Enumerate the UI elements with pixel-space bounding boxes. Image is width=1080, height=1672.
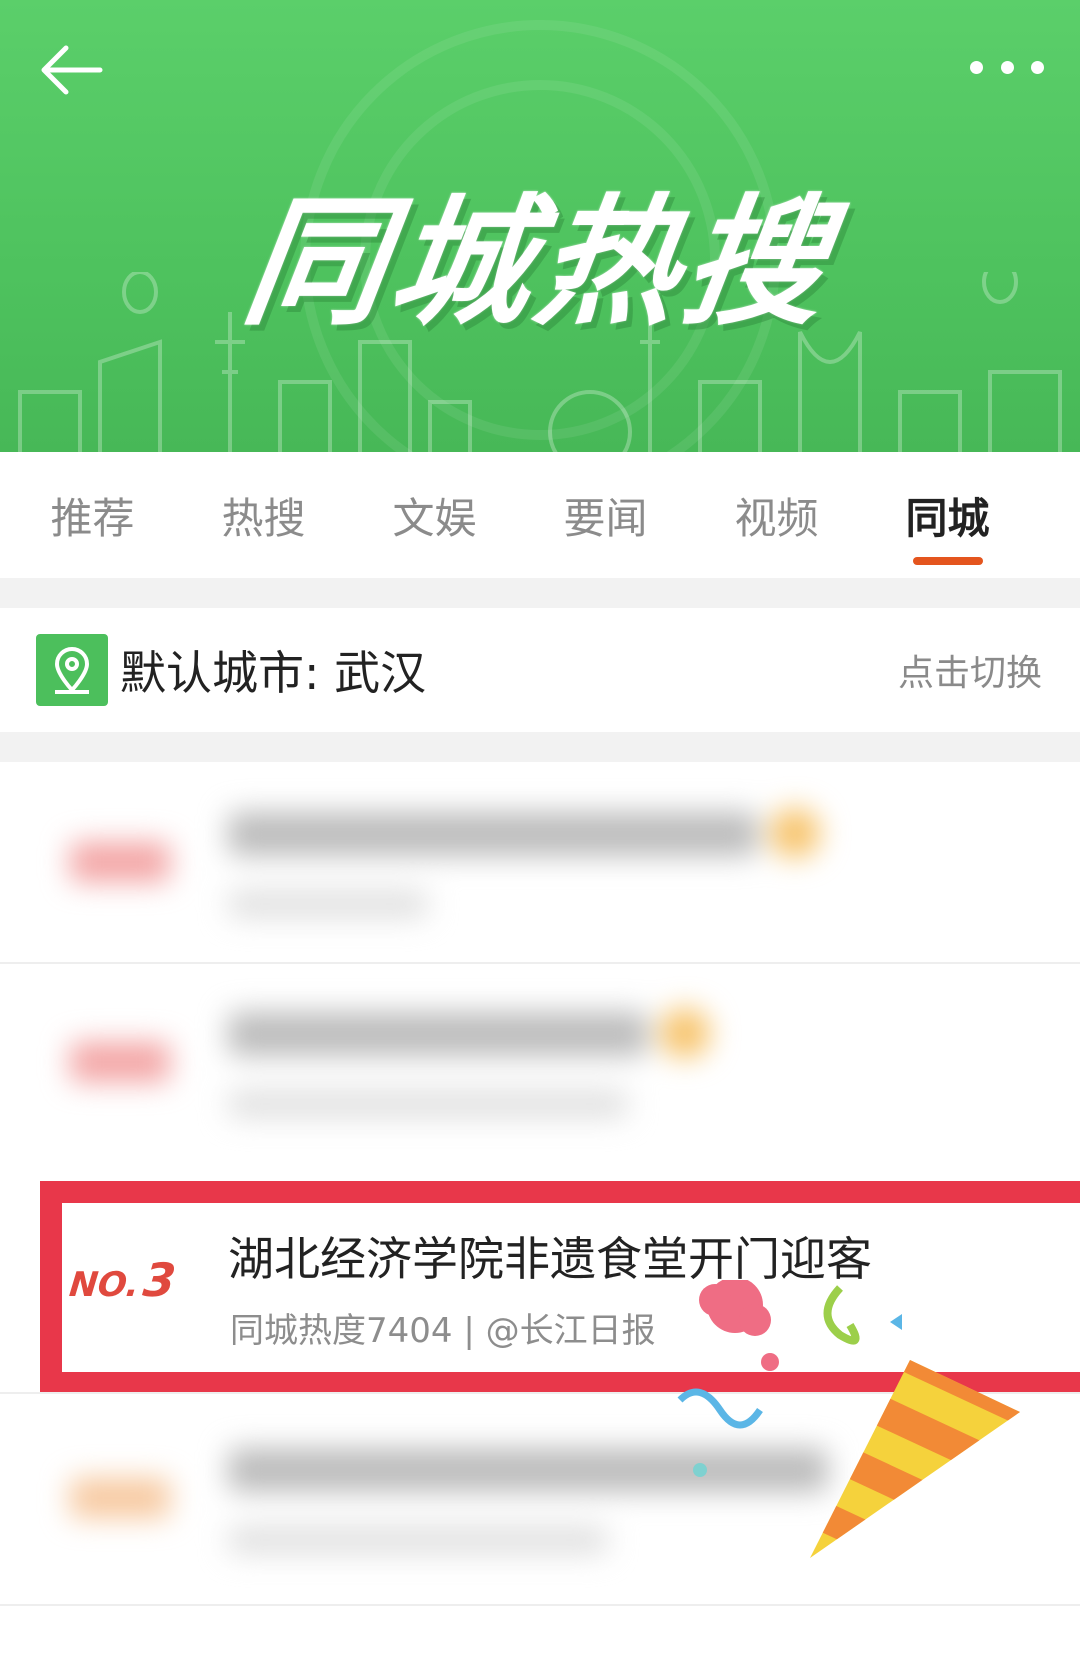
tab-recommend[interactable]: 推荐 bbox=[7, 485, 178, 546]
category-tabs: 推荐 热搜 文娱 要闻 视频 同城 bbox=[0, 452, 1080, 578]
party-popper-icon bbox=[677, 1280, 1020, 1558]
active-tab-indicator bbox=[912, 556, 983, 565]
back-button[interactable] bbox=[36, 40, 106, 100]
tab-video[interactable]: 视频 bbox=[691, 485, 862, 546]
tab-entertainment[interactable]: 文娱 bbox=[349, 485, 520, 546]
item-meta: 同城热度7404 | @长江日报 bbox=[230, 1311, 656, 1351]
location-pin-icon bbox=[36, 634, 108, 706]
more-button[interactable] bbox=[970, 52, 1044, 82]
list-item-blurred[interactable] bbox=[0, 762, 1080, 962]
list-item-blurred[interactable] bbox=[0, 962, 1080, 1162]
default-city-label: 默认城市: 武汉 bbox=[120, 646, 427, 700]
header-banner: 同城热搜 bbox=[0, 0, 1080, 452]
city-skyline-illustration bbox=[18, 272, 1062, 452]
tab-news[interactable]: 要闻 bbox=[520, 485, 691, 546]
back-arrow-icon bbox=[41, 45, 103, 95]
tab-local[interactable]: 同城 bbox=[862, 485, 1033, 565]
city-bar: 默认城市: 武汉 点击切换 bbox=[0, 608, 1080, 732]
more-dots-icon bbox=[970, 60, 983, 74]
tab-hot-search[interactable]: 热搜 bbox=[178, 485, 349, 546]
rank-badge: NO.3 bbox=[67, 1253, 179, 1307]
switch-city-button[interactable]: 点击切换 bbox=[898, 644, 1042, 696]
